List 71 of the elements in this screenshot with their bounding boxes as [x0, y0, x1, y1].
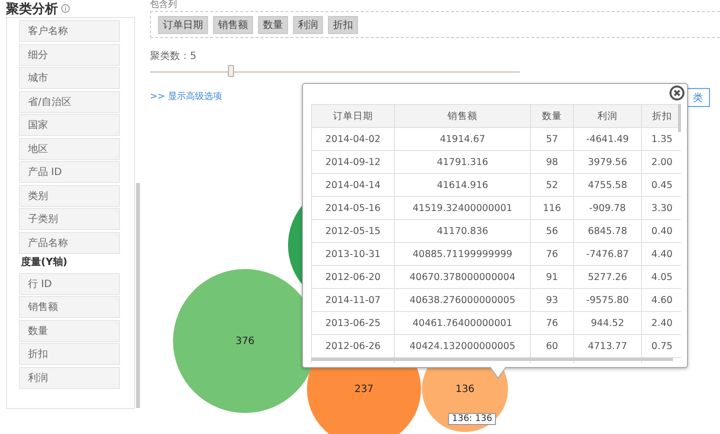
table-cell: 41614.916 [394, 174, 530, 196]
table-cell: 3979.56 [574, 150, 642, 174]
group-label: 度量(Y轴) [20, 255, 68, 270]
slider-thumb[interactable] [228, 65, 234, 77]
cluster-count-label: 聚类数：5 [150, 50, 198, 63]
table-cell: 944.52 [574, 312, 642, 334]
table-cell: 40638.276000000005 [394, 288, 530, 312]
advanced-options-link[interactable]: >> 显示高级选项 [150, 90, 222, 103]
close-icon[interactable] [669, 85, 685, 101]
table-cell: 2014-05-16 [312, 196, 394, 220]
column-chip[interactable]: 销售额 [213, 16, 253, 34]
table-cell: 2014-11-07 [312, 288, 394, 312]
column-header[interactable]: 折扣 [642, 104, 681, 128]
field-item[interactable]: 地区 [19, 138, 120, 160]
field-item[interactable]: 类别 [19, 184, 120, 206]
table-cell: 56 [530, 220, 574, 242]
table-cell: 5277.26 [574, 266, 642, 288]
table-cell: 76 [530, 312, 574, 334]
field-item[interactable]: 城市 [19, 67, 120, 89]
field-item[interactable]: 销售额 [19, 296, 120, 318]
table-cell: 41170.836 [394, 220, 530, 242]
table-cell: 40885.71199999999 [394, 242, 530, 266]
table-cell: 116 [530, 196, 574, 220]
field-item[interactable]: 客户名称 [19, 20, 120, 42]
column-header[interactable]: 数量 [530, 104, 574, 128]
table-cell: 98 [530, 150, 574, 174]
table-cell: 41791.316 [394, 150, 530, 174]
table-cell: 2014-04-02 [312, 128, 394, 150]
column-chip[interactable]: 折扣 [328, 16, 358, 34]
table-cell: 93 [530, 288, 574, 312]
column-chip[interactable]: 数量 [258, 16, 288, 34]
column-header[interactable]: 订单日期 [312, 104, 394, 128]
table-cell: 40670.378000000004 [394, 266, 530, 288]
table-cell: 6845.78 [574, 220, 642, 242]
table-cell: -9575.80 [574, 288, 642, 312]
table-cell: 2014-04-14 [312, 174, 394, 196]
table-cell: 4755.58 [574, 174, 642, 196]
table-cell: 57 [530, 128, 574, 150]
column-chip[interactable]: 订单日期 [158, 16, 208, 34]
tooltip: 136: 136 [448, 413, 496, 425]
table-cell: 2014-09-12 [312, 150, 394, 174]
table-cell: 41519.32400000001 [394, 196, 530, 220]
table-cell: 2013-06-25 [312, 312, 394, 334]
page-title: 聚类分析 [6, 0, 58, 18]
table-cell: 2012-05-15 [312, 220, 394, 242]
column-header[interactable]: 利润 [574, 104, 642, 128]
scrollbar[interactable] [678, 104, 681, 132]
table-cell: -4641.49 [574, 128, 642, 150]
column-chip[interactable]: 利润 [293, 16, 323, 34]
table-cell: 2012-06-20 [312, 266, 394, 288]
table-cell: 41914.67 [394, 128, 530, 150]
column-header[interactable]: 销售额 [394, 104, 530, 128]
scrollbar[interactable] [311, 358, 673, 361]
field-item[interactable]: 省/自治区 [19, 90, 120, 112]
table-cell: -909.78 [574, 196, 642, 220]
table-cell: 91 [530, 266, 574, 288]
field-item[interactable]: 数量 [19, 320, 120, 342]
table-cell: 2013-10-31 [312, 242, 394, 266]
table-cell: -7476.87 [574, 242, 642, 266]
field-item[interactable]: 产品名称 [19, 232, 120, 254]
info-icon[interactable] [61, 4, 70, 13]
table-cell: 52 [530, 174, 574, 196]
field-item[interactable]: 细分 [19, 44, 120, 66]
field-item[interactable]: 子类别 [19, 208, 120, 230]
field-item[interactable]: 行 ID [19, 272, 120, 294]
field-item[interactable]: 折扣 [19, 343, 120, 365]
table-cell: 76 [530, 242, 574, 266]
field-item[interactable]: 利润 [19, 366, 120, 388]
table-cell: 40461.76400000001 [394, 312, 530, 334]
field-item[interactable]: 国家 [19, 114, 120, 136]
field-item[interactable]: 产品 ID [19, 161, 120, 183]
